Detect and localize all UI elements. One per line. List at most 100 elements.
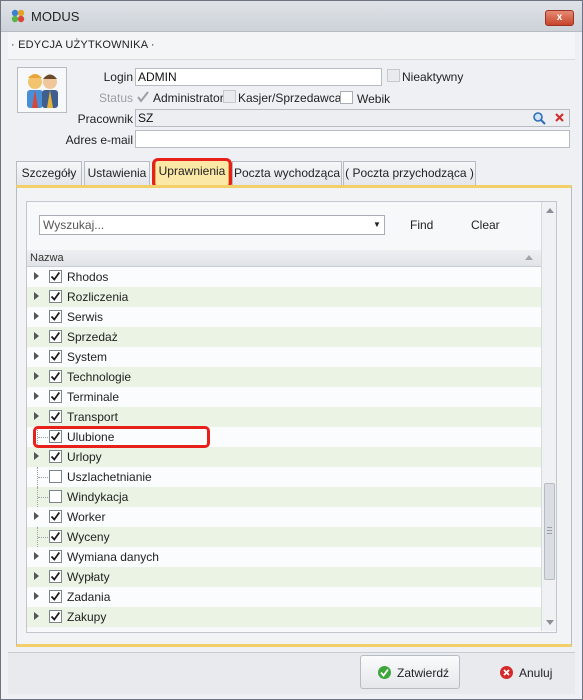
tab-details[interactable]: Szczegóły bbox=[16, 161, 82, 185]
permission-name: Wymiana danych bbox=[67, 550, 159, 564]
permission-row[interactable]: Sprzedaż bbox=[27, 327, 541, 347]
permission-checkbox[interactable] bbox=[49, 330, 62, 343]
status-label: Status bbox=[98, 91, 133, 105]
permission-row[interactable]: Technologie bbox=[27, 367, 541, 387]
permission-checkbox[interactable] bbox=[49, 550, 62, 563]
permission-checkbox[interactable] bbox=[49, 570, 62, 583]
permission-row[interactable]: Rhodos bbox=[27, 267, 541, 287]
name-column-header[interactable]: Nazwa bbox=[27, 250, 541, 267]
expand-arrow-icon[interactable] bbox=[34, 592, 39, 600]
cancel-button[interactable]: Anuluj bbox=[482, 655, 572, 689]
permission-name: Zadania bbox=[67, 590, 111, 604]
expand-arrow-icon[interactable] bbox=[34, 612, 39, 620]
permission-checkbox[interactable] bbox=[49, 610, 62, 623]
inactive-checkbox[interactable] bbox=[387, 69, 400, 82]
status-administrator: Administrator bbox=[153, 91, 224, 105]
tree-line bbox=[38, 497, 48, 498]
permission-row[interactable]: Urlopy bbox=[27, 447, 541, 467]
permission-checkbox[interactable] bbox=[49, 310, 62, 323]
modus-window: MODUS x · EDYCJA UŻYTKOWNIKA · Login ADM… bbox=[0, 0, 583, 700]
expand-arrow-icon[interactable] bbox=[34, 512, 39, 520]
expand-arrow-icon[interactable] bbox=[34, 452, 39, 460]
permission-checkbox[interactable] bbox=[49, 290, 62, 303]
tree-line bbox=[38, 537, 48, 538]
row-highlight-annotation bbox=[33, 426, 210, 448]
permission-row[interactable]: Terminale bbox=[27, 387, 541, 407]
tree-line bbox=[38, 477, 48, 478]
page-header: · EDYCJA UŻYTKOWNIKA · bbox=[8, 32, 575, 60]
login-input[interactable]: ADMIN bbox=[135, 68, 382, 86]
modus-logo-icon bbox=[11, 9, 25, 23]
permission-checkbox[interactable] bbox=[49, 350, 62, 363]
permission-name: Transport bbox=[67, 410, 118, 424]
permission-checkbox[interactable] bbox=[49, 370, 62, 383]
expand-arrow-icon[interactable] bbox=[34, 552, 39, 560]
scroll-down-icon[interactable] bbox=[546, 620, 554, 625]
expand-arrow-icon[interactable] bbox=[34, 312, 39, 320]
permission-row[interactable]: Worker bbox=[27, 507, 541, 527]
permission-name: Rhodos bbox=[67, 270, 109, 284]
title-bar: MODUS x bbox=[1, 1, 582, 32]
permission-row[interactable]: Serwis bbox=[27, 307, 541, 327]
permission-checkbox[interactable] bbox=[49, 530, 62, 543]
permission-row[interactable]: Rozliczenia bbox=[27, 287, 541, 307]
permission-checkbox[interactable] bbox=[49, 490, 62, 503]
scroll-thumb[interactable] bbox=[544, 483, 555, 580]
cancel-x-icon bbox=[500, 666, 513, 679]
permission-row[interactable]: Wypłaty bbox=[27, 567, 541, 587]
window-close-button[interactable]: x bbox=[545, 10, 574, 26]
email-input[interactable] bbox=[135, 130, 570, 148]
webik-checkbox[interactable] bbox=[340, 91, 353, 104]
permission-row[interactable]: Wyceny bbox=[27, 527, 541, 547]
permission-row[interactable]: Wymiana danych bbox=[27, 547, 541, 567]
permission-checkbox[interactable] bbox=[49, 470, 62, 483]
find-button[interactable]: Find bbox=[410, 218, 433, 232]
page-title: · EDYCJA UŻYTKOWNIKA · bbox=[11, 39, 155, 51]
clear-employee-icon[interactable] bbox=[554, 112, 565, 123]
employee-input[interactable]: SZ bbox=[135, 109, 570, 127]
expand-arrow-icon[interactable] bbox=[34, 572, 39, 580]
cashier-checkbox[interactable] bbox=[223, 90, 236, 103]
permission-name: Windykacja bbox=[67, 490, 129, 504]
expand-arrow-icon[interactable] bbox=[34, 272, 39, 280]
status-webik: Webik bbox=[357, 92, 391, 106]
login-label: Login bbox=[103, 70, 133, 84]
confirm-label: Zatwierdź bbox=[397, 666, 450, 680]
confirm-button[interactable]: Zatwierdź bbox=[360, 655, 460, 689]
tab-incoming-mail[interactable]: ( Poczta przychodząca ) bbox=[343, 161, 476, 185]
permission-row[interactable]: System bbox=[27, 347, 541, 367]
permission-row[interactable]: Zakupy bbox=[27, 607, 541, 627]
permission-name: Terminale bbox=[67, 390, 120, 404]
search-employee-icon[interactable] bbox=[532, 111, 546, 125]
permission-row[interactable]: Transport bbox=[27, 407, 541, 427]
permissions-tree: Rhodos Rozliczenia Serwis Sprzedaż System Tec… bbox=[27, 267, 541, 629]
clear-button[interactable]: Clear bbox=[471, 218, 500, 232]
tab-strip: Szczegóły Ustawienia Uprawnienia Poczta … bbox=[16, 159, 576, 185]
expand-arrow-icon[interactable] bbox=[34, 392, 39, 400]
scroll-up-icon[interactable] bbox=[546, 208, 554, 213]
permission-row[interactable]: Windykacja bbox=[27, 487, 541, 507]
permission-search-input[interactable]: Wyszukaj... bbox=[39, 215, 385, 235]
administrator-check-icon[interactable] bbox=[136, 90, 150, 104]
permission-checkbox[interactable] bbox=[49, 450, 62, 463]
search-dropdown-icon[interactable]: ▼ bbox=[373, 220, 381, 229]
expand-arrow-icon[interactable] bbox=[34, 292, 39, 300]
permission-checkbox[interactable] bbox=[49, 590, 62, 603]
permission-name: Uszlachetnianie bbox=[67, 470, 152, 484]
expand-arrow-icon[interactable] bbox=[34, 372, 39, 380]
permission-row[interactable]: Uszlachetnianie bbox=[27, 467, 541, 487]
expand-arrow-icon[interactable] bbox=[34, 332, 39, 340]
tab-outgoing-mail[interactable]: Poczta wychodząca bbox=[232, 161, 342, 185]
permission-checkbox[interactable] bbox=[49, 510, 62, 523]
tab-settings[interactable]: Ustawienia bbox=[84, 161, 150, 185]
tree-scrollbar[interactable] bbox=[541, 202, 556, 631]
permission-checkbox[interactable] bbox=[49, 390, 62, 403]
employee-label: Pracownik bbox=[77, 112, 133, 126]
expand-arrow-icon[interactable] bbox=[34, 412, 39, 420]
permission-checkbox[interactable] bbox=[49, 270, 62, 283]
permission-name: Technologie bbox=[67, 370, 132, 384]
permission-name: Sprzedaż bbox=[67, 330, 118, 344]
permission-checkbox[interactable] bbox=[49, 410, 62, 423]
permission-row[interactable]: Zadania bbox=[27, 587, 541, 607]
expand-arrow-icon[interactable] bbox=[34, 352, 39, 360]
